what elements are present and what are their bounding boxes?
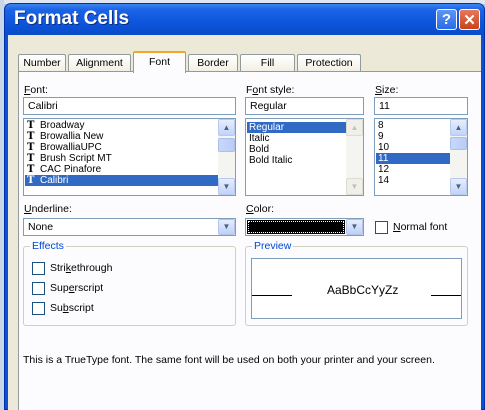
list-item-label: Regular <box>249 122 285 133</box>
list-item-label: 9 <box>378 131 384 142</box>
format-cells-dialog: Format Cells ? ✕ Number Alignment Font B… <box>4 3 485 410</box>
list-item-label: 10 <box>378 142 390 153</box>
list-item[interactable]: 14 <box>376 175 450 186</box>
preview-box: AaBbCcYyZz <box>251 258 462 319</box>
size-list-scrollbar[interactable]: ▲ ▼ <box>450 119 467 195</box>
list-item-label: 14 <box>378 175 390 186</box>
underline-select[interactable]: None ▼ <box>23 218 236 236</box>
list-item-label: Bold <box>249 144 270 155</box>
size-list-items: 8 9 10 11 12 14 <box>376 120 450 186</box>
strikethrough-label: Strikethrough <box>50 262 113 274</box>
superscript-checkbox[interactable] <box>32 282 45 295</box>
font-list[interactable]: T Broadway T Browallia New T BrowalliaUPC T Bru… <box>23 118 236 196</box>
help-button[interactable]: ? <box>436 9 457 30</box>
title-bar[interactable]: Format Cells ? ✕ <box>5 4 484 35</box>
scroll-down-icon[interactable]: ▼ <box>218 178 235 195</box>
list-item[interactable]: T Broadway <box>25 120 218 131</box>
size-input[interactable]: 11 <box>374 97 468 115</box>
font-style-list[interactable]: Regular Italic Bold Bold Italic ▲ ▼ <box>245 118 364 196</box>
subscript-label: Subscript <box>50 302 94 314</box>
normal-font-checkbox[interactable] <box>375 221 388 234</box>
list-item[interactable]: 11 <box>376 153 450 164</box>
list-item[interactable]: T Browallia New <box>25 131 218 142</box>
list-item-label: Browallia New <box>40 131 104 142</box>
underline-label: Underline: <box>24 203 72 215</box>
dialog-title: Format Cells <box>14 8 130 29</box>
list-item-label: Brush Script MT <box>40 153 112 164</box>
list-item-label: Italic <box>249 133 270 144</box>
list-item[interactable]: Bold <box>247 144 346 155</box>
subscript-checkbox[interactable] <box>32 302 45 315</box>
scroll-thumb[interactable] <box>218 138 235 152</box>
list-item[interactable]: 12 <box>376 164 450 175</box>
tab-alignment[interactable]: Alignment <box>68 54 131 72</box>
list-item[interactable]: T BrowalliaUPC <box>25 142 218 153</box>
list-item-label: CAC Pinafore <box>40 164 102 175</box>
scroll-up-icon: ▲ <box>346 119 363 136</box>
list-item-label: 8 <box>378 120 384 131</box>
scroll-down-icon: ▼ <box>346 178 363 195</box>
preview-title: Preview <box>252 240 294 252</box>
font-info-text: This is a TrueType font. The same font w… <box>23 354 435 366</box>
truetype-icon: T <box>27 175 35 186</box>
chevron-down-icon[interactable]: ▼ <box>346 219 363 235</box>
font-style-input[interactable]: Regular <box>245 97 364 115</box>
scroll-up-icon[interactable]: ▲ <box>218 119 235 136</box>
list-item[interactable]: Bold Italic <box>247 155 346 166</box>
list-item[interactable]: T CAC Pinafore <box>25 164 218 175</box>
scroll-thumb[interactable] <box>450 137 467 150</box>
underline-value: None <box>28 221 54 233</box>
list-item[interactable]: 10 <box>376 142 450 153</box>
font-style-list-items: Regular Italic Bold Bold Italic <box>247 122 346 166</box>
font-input[interactable]: Calibri <box>23 97 236 115</box>
tab-number[interactable]: Number <box>18 54 66 72</box>
preview-sample-text: AaBbCcYyZz <box>327 283 399 297</box>
list-item-label: Calibri <box>40 175 69 186</box>
truetype-icon: T <box>27 153 35 164</box>
list-item[interactable]: 9 <box>376 131 450 142</box>
list-item-label: Bold Italic <box>249 155 293 166</box>
scroll-up-icon[interactable]: ▲ <box>450 119 467 136</box>
list-item[interactable]: T Calibri <box>25 175 218 186</box>
dialog-client-area: Number Alignment Font Border Fill Protec… <box>8 35 481 410</box>
preview-baseline-right <box>431 295 461 296</box>
list-item[interactable]: Italic <box>247 133 346 144</box>
tab-fill[interactable]: Fill <box>240 54 295 72</box>
tab-protection[interactable]: Protection <box>297 54 361 72</box>
preview-baseline-left <box>252 295 292 296</box>
superscript-label: Superscript <box>50 282 104 294</box>
font-list-items: T Broadway T Browallia New T BrowalliaUPC T Bru… <box>25 120 218 186</box>
normal-font-label: Normal font <box>393 221 448 233</box>
color-swatch <box>247 220 345 234</box>
effects-title: Effects <box>30 240 66 252</box>
truetype-icon: T <box>27 131 35 142</box>
tab-border[interactable]: Border <box>188 54 238 72</box>
close-button[interactable]: ✕ <box>459 9 480 30</box>
close-icon: ✕ <box>463 11 476 29</box>
font-style-label: Font style: <box>246 84 295 96</box>
list-item[interactable]: Regular <box>247 122 346 133</box>
font-label: Font: <box>24 84 48 96</box>
scroll-down-icon[interactable]: ▼ <box>450 178 467 195</box>
strikethrough-checkbox[interactable] <box>32 262 45 275</box>
list-item-label: 12 <box>378 164 390 175</box>
tab-font[interactable]: Font <box>133 51 186 73</box>
list-item[interactable]: T Brush Script MT <box>25 153 218 164</box>
font-style-scrollbar: ▲ ▼ <box>346 119 363 195</box>
chevron-down-icon[interactable]: ▼ <box>218 219 235 235</box>
size-label: Size: <box>375 84 399 96</box>
list-item[interactable]: 8 <box>376 120 450 131</box>
list-item-label: 11 <box>378 153 389 164</box>
color-label: Color: <box>246 203 275 215</box>
font-list-scrollbar[interactable]: ▲ ▼ <box>218 119 235 195</box>
truetype-icon: T <box>27 164 35 175</box>
list-item-label: BrowalliaUPC <box>40 142 102 153</box>
color-picker[interactable]: ▼ <box>245 218 364 236</box>
list-item-label: Broadway <box>40 120 85 131</box>
size-list[interactable]: 8 9 10 11 12 14 ▲ ▼ <box>374 118 468 196</box>
truetype-icon: T <box>27 120 35 131</box>
truetype-icon: T <box>27 142 35 153</box>
help-icon: ? <box>441 11 452 28</box>
